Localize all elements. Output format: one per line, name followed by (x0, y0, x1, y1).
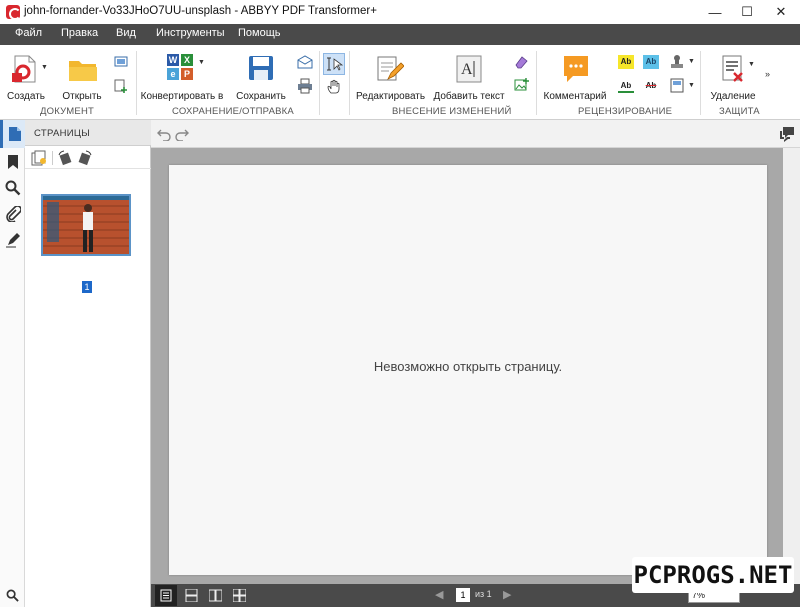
next-page-icon[interactable]: ▶ (503, 588, 511, 601)
comment-button[interactable]: Комментарий (542, 51, 608, 102)
email-send-icon[interactable] (297, 55, 313, 69)
convert-to-button[interactable]: W X e P ▼ Конвертировать в (140, 51, 224, 102)
page-icon (9, 127, 21, 141)
eraser-icon[interactable] (514, 55, 528, 69)
panel-search-icon[interactable] (6, 589, 19, 602)
previous-page-icon[interactable]: ◀ (435, 588, 443, 601)
hand-tool-icon[interactable] (326, 79, 342, 95)
floppy-disk-icon (249, 56, 273, 80)
two-page-continuous-view-icon[interactable] (233, 589, 246, 602)
print-icon[interactable] (297, 78, 313, 94)
shapes-icon[interactable] (670, 78, 684, 93)
scan-icon[interactable] (114, 55, 128, 69)
select-tool-button[interactable] (323, 53, 345, 75)
bookmark-icon[interactable] (5, 154, 21, 170)
pages-panel-footer (25, 584, 151, 607)
page-thumbnail[interactable] (41, 194, 131, 256)
group-protection-label: ЗАЩИТА (719, 106, 760, 117)
open-button[interactable]: Открыть (56, 51, 108, 102)
menu-tools[interactable]: Инструменты (156, 27, 225, 39)
side-icon-strip (0, 120, 25, 607)
side-strip-footer (0, 584, 25, 607)
stamp-icon[interactable] (670, 54, 684, 69)
create-button[interactable]: ▼ Создать (4, 51, 48, 102)
single-page-view-icon (160, 589, 172, 602)
page-count-label: из 1 (475, 589, 492, 599)
ribbon-toolbar: ▼ Создать Открыть W X e P ▼ Конвертирова… (0, 45, 800, 120)
rotate-left-icon[interactable] (57, 150, 73, 166)
strikethrough-text-icon[interactable]: Ab (643, 79, 659, 93)
title-bar: john-fornander-Vo33JHoO7UU-unsplash - AB… (0, 0, 800, 24)
edit-button[interactable]: Редактировать (356, 51, 425, 102)
thumbnail-page-number: 1 (82, 281, 92, 293)
pages-panel-title: СТРАНИЦЫ (34, 128, 90, 139)
app-logo-icon (6, 5, 21, 20)
menu-bar: Файл Правка Вид Инструменты Помощь (0, 24, 800, 45)
edit-document-icon (377, 56, 404, 81)
view-single-page-button[interactable] (155, 585, 177, 606)
rotate-right-icon[interactable] (77, 150, 93, 166)
delete-button[interactable]: ▼ Удаление (706, 51, 760, 102)
pages-tab[interactable] (0, 120, 25, 148)
convert-formats-icon: W X e P (167, 54, 193, 80)
highlight-text-icon[interactable]: Ab (618, 55, 634, 69)
group-review-label: РЕЦЕНЗИРОВАНИЕ (578, 106, 673, 117)
underline-text-icon[interactable]: Ab (643, 55, 659, 69)
comments-pane-icon[interactable] (779, 126, 795, 142)
page-error-message: Невозможно открыть страницу. (373, 359, 563, 374)
group-edits-label: ВНЕСЕНИЕ ИЗМЕНЕНИЙ (392, 106, 512, 117)
ribbon-more-icon[interactable]: » (765, 69, 770, 79)
document-toolbar (151, 120, 800, 148)
document-page: Невозможно открыть страницу. (169, 165, 767, 575)
insert-pages-icon[interactable] (31, 150, 47, 166)
site-watermark: PCPROGS.NET (632, 557, 794, 593)
signature-pen-icon[interactable] (5, 232, 21, 248)
menu-view[interactable]: Вид (116, 27, 136, 39)
pages-panel: СТРАНИЦЫ 1 (25, 120, 151, 607)
undo-icon[interactable] (157, 127, 171, 141)
menu-edit[interactable]: Правка (61, 27, 98, 39)
comment-note-icon (564, 56, 588, 82)
window-title: john-fornander-Vo33JHoO7UU-unsplash - AB… (24, 5, 377, 17)
pages-panel-header: СТРАНИЦЫ (25, 120, 151, 146)
create-pdf-icon (12, 55, 36, 83)
maximize-button[interactable]: ☐ (730, 0, 764, 24)
page-thumbnail-image (43, 196, 129, 254)
pages-panel-toolbar (25, 147, 151, 169)
add-text-button[interactable]: A Добавить текст (432, 51, 506, 102)
text-cursor-arrow-icon (327, 57, 343, 71)
folder-icon (69, 61, 97, 81)
menu-file[interactable]: Файл (15, 27, 42, 39)
redo-icon[interactable] (175, 127, 189, 141)
minimize-button[interactable]: — (698, 0, 732, 24)
current-page-input[interactable]: 1 (456, 588, 470, 602)
continuous-view-icon[interactable] (185, 589, 198, 602)
new-page-icon[interactable] (114, 79, 128, 93)
group-save-send-label: СОХРАНЕНИЕ/ОТПРАВКА (172, 106, 294, 117)
close-button[interactable]: ✕ (764, 0, 798, 24)
group-document-label: ДОКУМЕНТ (40, 106, 95, 117)
document-area: Невозможно открыть страницу. (151, 120, 800, 584)
vertical-scrollbar[interactable] (783, 148, 800, 584)
attachment-icon[interactable] (5, 206, 21, 222)
add-text-icon: A (456, 55, 482, 83)
two-page-view-icon[interactable] (209, 589, 222, 602)
search-icon[interactable] (5, 180, 21, 196)
svg-text:A: A (461, 61, 473, 78)
save-button[interactable]: Сохранить (234, 51, 288, 102)
redact-document-icon (722, 55, 743, 82)
menu-help[interactable]: Помощь (238, 27, 281, 39)
squiggly-text-icon[interactable]: Ab (618, 79, 634, 93)
add-image-icon[interactable] (514, 78, 529, 93)
